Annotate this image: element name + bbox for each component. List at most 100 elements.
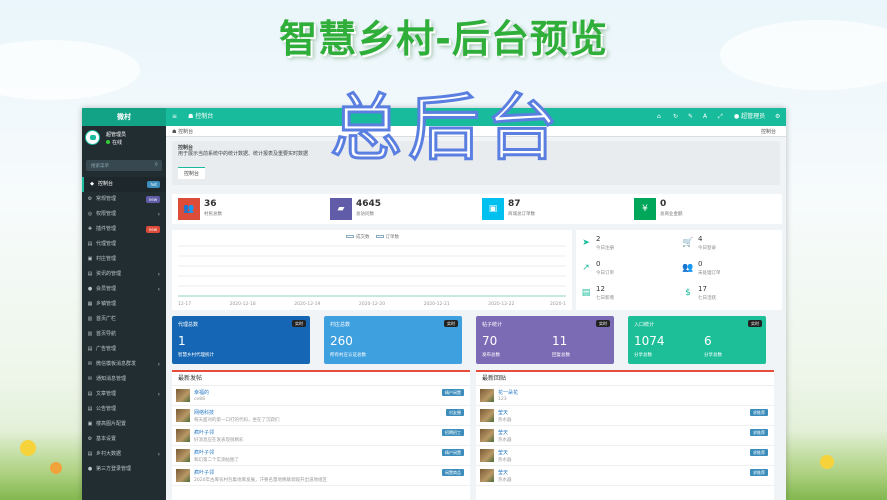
menu-search-input[interactable]: 搜索菜单 ⚲: [86, 160, 162, 171]
sidebar-item-label: 资讯的管理: [96, 271, 122, 277]
category-tag[interactable]: 招聘招工: [442, 429, 464, 436]
list-item[interactable]: 莹天 热水器 求推荐: [476, 406, 774, 426]
sidebar-item[interactable]: ⚙ 常规管理 new: [82, 192, 166, 207]
realtime-badge: 实时: [292, 320, 306, 327]
chevron-left-icon: ‹: [157, 271, 160, 278]
list-item[interactable]: 花一朵花 123: [476, 386, 774, 406]
menu-item-icon: ▤: [87, 451, 93, 457]
list-item-author[interactable]: 莹天: [498, 429, 508, 436]
mini-stat-icon: 🛒: [682, 238, 694, 248]
sidebar-item-label: 通知消息管理: [96, 376, 127, 382]
stat-value: 0: [660, 199, 667, 209]
clear-cache-icon[interactable]: ✎: [688, 108, 693, 126]
online-status: 在线: [106, 139, 122, 146]
list-item-author[interactable]: 网络科技: [194, 409, 214, 416]
card-value: 6: [704, 334, 712, 348]
x-tick-label: 2020-12-22: [488, 301, 514, 307]
list-item[interactable]: 幸福的 ce88 精户闲置: [172, 386, 470, 406]
menu-item-icon: ▤: [87, 406, 93, 412]
category-tag[interactable]: 求推荐: [750, 429, 768, 436]
sidebar-item-label: 插件管理: [96, 226, 117, 232]
mini-stat: ➤ 2 今日注册: [578, 234, 678, 256]
thumbnail-image: [480, 389, 494, 402]
x-tick-label: 12-17: [178, 301, 191, 307]
category-tag[interactable]: 精户闲置: [442, 389, 464, 396]
list-item-text: 每天面对的第一口打的代码，坐在了沉寂们: [194, 418, 280, 423]
settings-icon[interactable]: ⚙: [775, 108, 780, 126]
user-menu[interactable]: ● 超管理员: [734, 108, 765, 126]
sidebar-item[interactable]: ▥ 首页导航: [82, 327, 166, 342]
flower-decoration: [20, 440, 36, 456]
list-item-author[interactable]: 莹天: [498, 409, 508, 416]
sidebar-item[interactable]: ◎ 权限管理 ‹: [82, 207, 166, 222]
breadcrumb[interactable]: 控制台: [761, 128, 776, 135]
menu-badge: new: [145, 196, 160, 203]
sidebar-item[interactable]: ▦ 乡镇管理: [82, 297, 166, 312]
language-icon[interactable]: A: [703, 108, 707, 126]
list-item[interactable]: 莹天 热水器 求推荐: [476, 446, 774, 466]
list-item-author[interactable]: 莹天: [498, 469, 508, 476]
sidebar-item[interactable]: ▣ 楼高图片配置: [82, 417, 166, 432]
sidebar-item-label: 文章管理: [96, 391, 117, 397]
sidebar-item[interactable]: ▤ 广告管理: [82, 342, 166, 357]
list-item[interactable]: 网络科技每天面对的第一口打的代码，坐在了沉寂们 村友圈: [172, 406, 470, 426]
sidebar-item[interactable]: ● 会员管理 ‹: [82, 282, 166, 297]
sidebar-item[interactable]: ✚ 插件管理 new: [82, 222, 166, 237]
mini-stat-value: 0: [698, 260, 703, 268]
card-sub-label: 所有村庄认证总数: [330, 353, 366, 358]
latest-replies-panel: 最新回贴 花一朵花 123 莹天 热水器 求推荐 莹天 热水器 求推荐 莹天 热水器 求推荐 莹天 热水…: [476, 370, 774, 500]
tab-dashboard[interactable]: ☗ 控制台: [188, 108, 213, 126]
list-item[interactable]: 疯叶子邻 2020年古库农村包集地库发展，汗要名量地晚联调观开出道地组区 闲置商品: [172, 466, 470, 486]
summary-card: 入口统计 实时 1074 分享总数 6 分享总数: [628, 316, 766, 364]
refresh-icon[interactable]: ↻: [673, 108, 678, 126]
category-tag[interactable]: 闲置商品: [442, 469, 464, 476]
list-item-author[interactable]: 疯叶子邻: [194, 429, 214, 436]
sidebar-item[interactable]: ⚙ 基本设置: [82, 432, 166, 447]
home-icon[interactable]: ⌂: [657, 108, 661, 126]
list-item-author[interactable]: 疯叶子邻: [194, 469, 214, 476]
thumbnail-image: [176, 429, 190, 442]
card-title: 代理总数: [178, 322, 199, 328]
banner-title: 智慧乡村-后台预览: [279, 17, 608, 61]
stat-value: 87: [508, 199, 521, 209]
category-tag[interactable]: 求推荐: [750, 409, 768, 416]
fullscreen-icon[interactable]: ⤢: [718, 108, 723, 126]
category-tag[interactable]: 村友圈: [446, 409, 464, 416]
list-item[interactable]: 疯叶子邻 好消息应在发表现很精彩 招聘招工: [172, 426, 470, 446]
menu-item-icon: ▥: [87, 331, 93, 337]
sidebar-item[interactable]: ✉ 微信模板消息群发 ‹: [82, 357, 166, 372]
list-item-author[interactable]: 花一朵花: [498, 389, 518, 396]
tab-dashboard-page[interactable]: ☗ 控制台: [172, 128, 193, 135]
category-tag[interactable]: 求推荐: [750, 449, 768, 456]
sidebar-item[interactable]: ▤ 乡村大数据 ‹: [82, 447, 166, 462]
sidebar-item[interactable]: ▤ 资讯的管理 ‹: [82, 267, 166, 282]
app-logo[interactable]: 微村: [82, 108, 166, 126]
page-description: 用于展示当前系统中的统计数据、统计报表及重要实时数据: [178, 151, 309, 157]
category-tag[interactable]: 求推荐: [750, 469, 768, 476]
list-item[interactable]: 莹天热水器 求推荐: [476, 466, 774, 486]
sidebar-item[interactable]: ✉ 通知消息管理: [82, 372, 166, 387]
list-item-author[interactable]: 幸福的: [194, 389, 209, 396]
list-item-author[interactable]: 疯叶子邻: [194, 449, 214, 456]
sidebar-item[interactable]: ▤ 文章管理 ‹: [82, 387, 166, 402]
sidebar-item[interactable]: ▥ 首页广栏: [82, 312, 166, 327]
sidebar-item[interactable]: ◆ 控制台 hot: [82, 177, 166, 192]
card-value: 1074: [634, 334, 665, 348]
list-item[interactable]: 莹天 热水器 求推荐: [476, 426, 774, 446]
sidebar-item[interactable]: ▤ 公告管理: [82, 402, 166, 417]
sidebar-item[interactable]: ▤ 代理管理: [82, 237, 166, 252]
list-item[interactable]: 疯叶子邻 和幻第二个实测帖图了 精户闲置: [172, 446, 470, 466]
sidebar-toggle-icon[interactable]: ≡: [172, 108, 177, 126]
mini-stat-label: 今日注册: [596, 246, 614, 251]
search-icon[interactable]: ⚲: [154, 162, 158, 168]
list-item-text: 热水器: [498, 478, 512, 483]
list-item-author[interactable]: 莹天: [498, 449, 508, 456]
category-tag[interactable]: 精户闲置: [442, 449, 464, 456]
stat-icon: ▣: [482, 198, 504, 220]
online-dot-icon: [106, 140, 110, 144]
sidebar-item[interactable]: ● 第三方登录管理: [82, 462, 166, 477]
sidebar-item[interactable]: ▣ 村庄管理: [82, 252, 166, 267]
chevron-left-icon: ‹: [157, 211, 160, 218]
tab-console[interactable]: 控制台: [178, 167, 206, 179]
sidebar-item-label: 首页导航: [96, 331, 117, 337]
